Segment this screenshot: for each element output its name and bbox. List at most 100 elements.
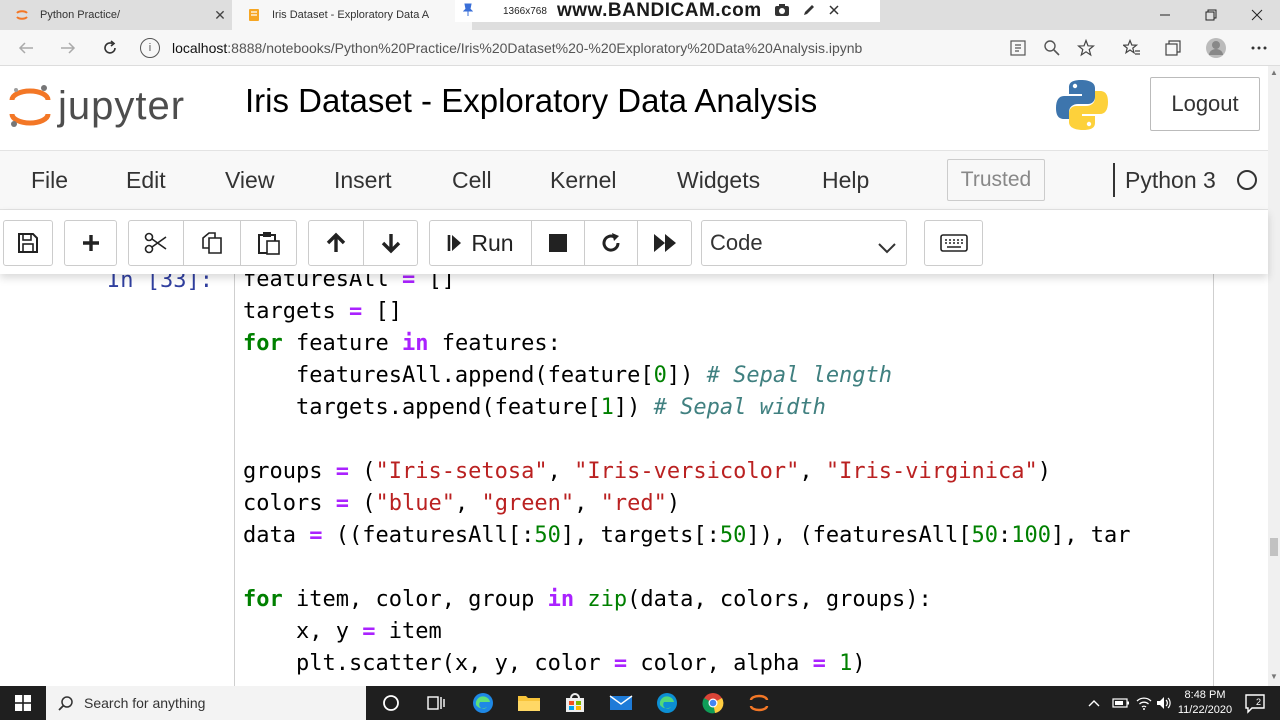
recording-resolution: 1366x768 <box>503 5 547 17</box>
paste-icon <box>257 232 280 255</box>
favorite-star-icon[interactable] <box>1073 37 1099 59</box>
favorites-icon[interactable] <box>1119 37 1145 59</box>
task-view-icon[interactable] <box>414 686 460 720</box>
page-scrollbar[interactable]: ▲ ▼ <box>1268 66 1280 686</box>
battery-icon[interactable] <box>1112 686 1130 720</box>
restart-icon <box>602 233 620 252</box>
plus-icon <box>82 235 99 251</box>
menu-kernel[interactable]: Kernel <box>550 151 616 209</box>
save-button[interactable] <box>3 220 53 266</box>
close-recorder-icon[interactable] <box>828 4 840 19</box>
forward-arrow-icon[interactable] <box>54 36 82 60</box>
interrupt-kernel-button[interactable] <box>531 220 585 266</box>
notebook-title[interactable]: Iris Dataset - Exploratory Data Analysis <box>245 82 817 120</box>
kernel-name[interactable]: Python 3 <box>1125 151 1216 209</box>
stop-icon <box>549 234 567 252</box>
file-explorer-icon[interactable] <box>506 686 552 720</box>
restore-window-icon[interactable] <box>1188 0 1234 30</box>
code-line: targets.append(feature[1]) # Sepal width <box>243 395 826 420</box>
edge-browser-active-icon[interactable] <box>644 686 690 720</box>
collections-icon[interactable] <box>1160 37 1186 59</box>
edge-browser-icon[interactable] <box>460 686 506 720</box>
close-window-icon[interactable] <box>1234 0 1280 30</box>
menu-widgets[interactable]: Widgets <box>677 151 760 209</box>
move-cell-up-button[interactable] <box>308 220 364 266</box>
close-tab-icon[interactable]: ✕ <box>208 7 232 24</box>
taskbar-search-box[interactable]: Search for anything <box>46 686 366 720</box>
profile-avatar-icon[interactable] <box>1203 37 1229 59</box>
insert-cell-below-button[interactable] <box>64 220 117 266</box>
show-hidden-icons-icon[interactable] <box>1088 686 1100 720</box>
scrollbar-thumb[interactable] <box>1270 538 1278 556</box>
wifi-icon[interactable] <box>1136 686 1152 720</box>
code-line: targets = [] <box>243 299 402 324</box>
tab-label: Python Practice/ <box>40 9 121 21</box>
cell-type-value: Code <box>710 230 763 255</box>
menu-file[interactable]: File <box>31 151 68 209</box>
microsoft-store-icon[interactable] <box>552 686 598 720</box>
jupyter-toolbar: Run Code <box>0 210 1268 274</box>
paste-cells-button[interactable] <box>240 220 297 266</box>
tab-label: Iris Dataset - Exploratory Data A <box>272 9 430 21</box>
url-field[interactable]: i localhost:8888/notebooks/Python%20Prac… <box>140 36 1110 60</box>
code-line: data = ((featuresAll[:50], targets[:50])… <box>243 523 1131 548</box>
code-line: x, y = item <box>243 619 442 644</box>
back-arrow-icon[interactable] <box>12 36 40 60</box>
zoom-icon[interactable] <box>1039 37 1065 59</box>
code-line: featuresAll.append(feature[0]) # Sepal l… <box>243 363 893 388</box>
reload-icon[interactable] <box>96 36 124 60</box>
action-center-icon[interactable]: 2 <box>1244 692 1266 714</box>
camera-icon[interactable] <box>774 3 790 20</box>
url-path: :8888/notebooks/Python%20Practice/Iris%2… <box>227 40 863 56</box>
system-clock[interactable]: 8:48 PM 11/22/2020 <box>1172 686 1238 720</box>
save-icon <box>18 233 38 253</box>
jupyter-taskbar-icon[interactable] <box>736 686 782 720</box>
read-aloud-icon[interactable] <box>1005 37 1031 59</box>
menu-edit[interactable]: Edit <box>126 151 166 209</box>
menu-insert[interactable]: Insert <box>334 151 392 209</box>
menu-view[interactable]: View <box>225 151 274 209</box>
more-options-icon[interactable] <box>1246 37 1272 59</box>
mail-icon[interactable] <box>598 686 644 720</box>
menu-help[interactable]: Help <box>822 151 869 209</box>
jupyter-logo-icon <box>9 85 51 127</box>
cut-cells-button[interactable] <box>128 220 184 266</box>
chevron-down-icon <box>878 234 896 260</box>
command-palette-button[interactable] <box>924 220 983 266</box>
scroll-up-arrow-icon[interactable]: ▲ <box>1268 68 1280 77</box>
cell-input-prompt: In [33]: <box>107 274 213 293</box>
menu-cell[interactable]: Cell <box>452 151 492 209</box>
code-editor[interactable]: featuresAll = [] targets = [] for featur… <box>243 274 1131 680</box>
browser-tab-python-practice[interactable]: Python Practice/ ✕ <box>0 0 232 30</box>
cortana-icon[interactable] <box>368 686 414 720</box>
logout-button[interactable]: Logout <box>1150 77 1260 131</box>
volume-icon[interactable] <box>1156 686 1172 720</box>
code-line: plt.scatter(x, y, color = color, alpha =… <box>243 651 866 676</box>
run-cell-button[interactable]: Run <box>429 220 532 266</box>
jupyter-logo[interactable]: jupyter <box>8 78 185 134</box>
copy-cells-button[interactable] <box>183 220 241 266</box>
move-cell-down-button[interactable] <box>363 220 418 266</box>
windows-logo-icon <box>15 695 31 711</box>
kernel-idle-indicator-icon <box>1237 170 1257 190</box>
pencil-icon[interactable] <box>802 3 816 20</box>
cell-type-select[interactable]: Code <box>701 220 907 266</box>
restart-run-all-button[interactable] <box>637 220 692 266</box>
trusted-indicator[interactable]: Trusted <box>947 159 1045 201</box>
step-forward-icon <box>448 235 462 251</box>
browser-tab-iris-dataset[interactable]: Iris Dataset - Exploratory Data A <box>232 0 472 30</box>
pin-icon <box>462 3 474 20</box>
clock-time: 8:48 PM <box>1184 689 1226 701</box>
site-info-icon[interactable]: i <box>140 38 160 58</box>
notebook-container[interactable]: In [33]: featuresAll = [] targets = [] f… <box>0 274 1268 686</box>
url-host: localhost <box>172 40 228 56</box>
jupyter-menubar: File Edit View Insert Cell Kernel Widget… <box>0 150 1268 210</box>
chrome-icon[interactable] <box>690 686 736 720</box>
code-line: for item, color, group in zip(data, colo… <box>243 587 932 612</box>
code-line: featuresAll = [] <box>243 274 455 292</box>
restart-kernel-button[interactable] <box>584 220 638 266</box>
scroll-down-arrow-icon[interactable]: ▼ <box>1268 672 1280 681</box>
keyboard-icon <box>939 234 968 252</box>
start-button[interactable] <box>0 686 46 720</box>
minimize-window-icon[interactable] <box>1142 0 1188 30</box>
